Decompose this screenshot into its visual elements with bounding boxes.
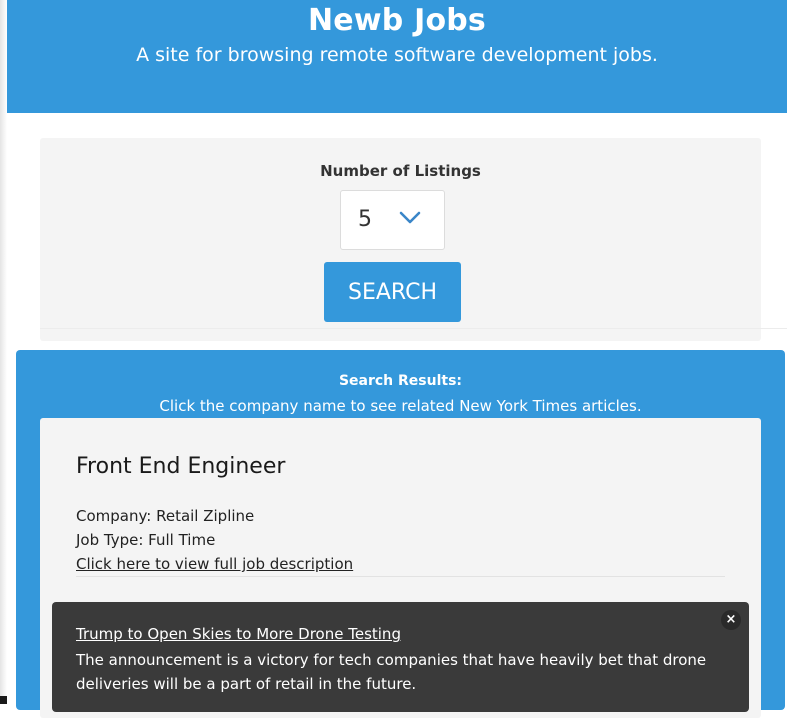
article-popup: Trump to Open Skies to More Drone Testin… xyxy=(52,602,749,712)
search-panel: Number of Listings 5 SEARCH xyxy=(40,138,761,341)
job-description-link[interactable]: Click here to view full job description xyxy=(76,555,353,573)
results-title: Search Results: xyxy=(338,373,463,389)
close-icon[interactable]: × xyxy=(721,610,741,630)
site-tagline: A site for browsing remote software deve… xyxy=(136,44,658,66)
section-divider xyxy=(40,328,787,329)
window-edge-mark xyxy=(0,696,7,704)
article-description: The announcement is a victory for tech c… xyxy=(76,651,707,693)
job-type: Job Type: Full Time xyxy=(76,531,216,549)
article-title-link[interactable]: Trump to Open Skies to More Drone Testin… xyxy=(76,625,401,643)
job-title: Front End Engineer xyxy=(76,454,286,479)
job-company[interactable]: Company: Retail Zipline xyxy=(76,507,254,525)
listings-count-value: 5 xyxy=(358,207,372,232)
site-title: Newb Jobs xyxy=(308,3,486,38)
window-edge xyxy=(0,0,7,704)
job-card-divider xyxy=(76,576,725,577)
chevron-down-icon xyxy=(399,210,421,229)
search-button[interactable]: SEARCH xyxy=(324,262,461,322)
site-header: Newb Jobs A site for browsing remote sof… xyxy=(7,0,787,113)
listings-count-label: Number of Listings xyxy=(320,162,481,180)
results-subtitle: Click the company name to see related Ne… xyxy=(159,397,642,415)
listings-count-select[interactable]: 5 xyxy=(340,190,445,250)
